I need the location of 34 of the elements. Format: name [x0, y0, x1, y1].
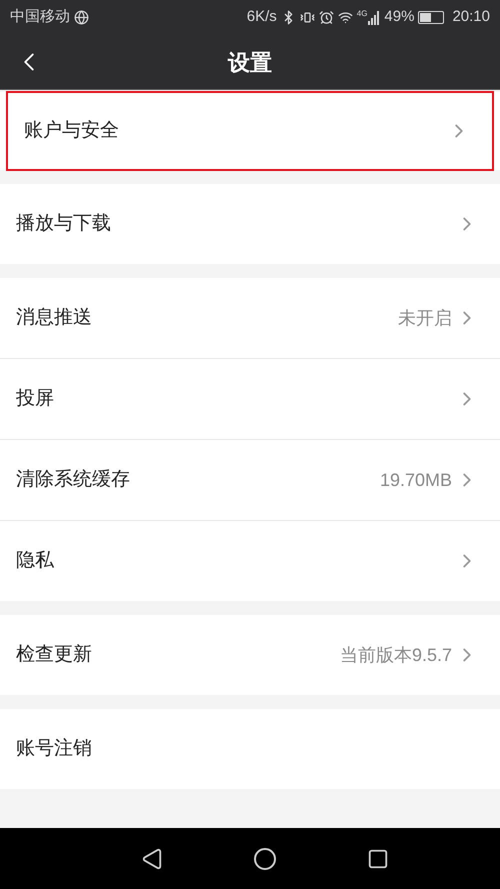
globe-icon — [74, 10, 89, 25]
wifi-icon — [338, 10, 353, 25]
settings-row[interactable]: 账号注销 — [0, 709, 500, 789]
setting-value: 当前版本9.5.7 — [340, 644, 452, 666]
network-type: 4G — [356, 8, 368, 20]
recents-nav-icon[interactable] — [367, 848, 389, 870]
network-speed: 6K/s — [246, 7, 277, 28]
home-nav-icon[interactable] — [253, 846, 277, 870]
setting-label: 投屏 — [16, 386, 55, 411]
settings-row[interactable]: 隐私 — [0, 521, 500, 601]
clock-text: 20:10 — [452, 7, 490, 28]
carrier-text: 中国移动 — [10, 7, 70, 28]
back-nav-icon[interactable] — [141, 848, 163, 870]
setting-label: 账号注销 — [16, 736, 93, 761]
setting-label: 检查更新 — [16, 642, 93, 667]
alarm-icon — [318, 10, 334, 25]
setting-value: 19.70MB — [380, 468, 452, 492]
settings-row[interactable]: 账户与安全 — [6, 91, 494, 171]
page-title: 设置 — [228, 48, 272, 76]
settings-row[interactable]: 清除系统缓存 19.70MB — [0, 440, 500, 520]
setting-value: 未开启 — [398, 306, 452, 330]
settings-row[interactable]: 检查更新 当前版本9.5.7 — [0, 615, 500, 695]
settings-row[interactable]: 消息推送 未开启 — [0, 278, 500, 358]
battery-icon — [418, 11, 444, 24]
battery-percent: 49% — [384, 7, 414, 28]
settings-row[interactable]: 播放与下载 — [0, 184, 500, 264]
setting-label: 清除系统缓存 — [16, 468, 131, 492]
setting-label: 账户与安全 — [24, 118, 120, 143]
settings-row[interactable]: 投屏 — [0, 359, 500, 439]
setting-label: 播放与下载 — [16, 212, 112, 236]
signal-icon — [368, 10, 380, 24]
setting-label: 消息推送 — [16, 306, 93, 330]
setting-label: 隐私 — [16, 548, 55, 573]
vibrate-icon — [300, 10, 315, 25]
